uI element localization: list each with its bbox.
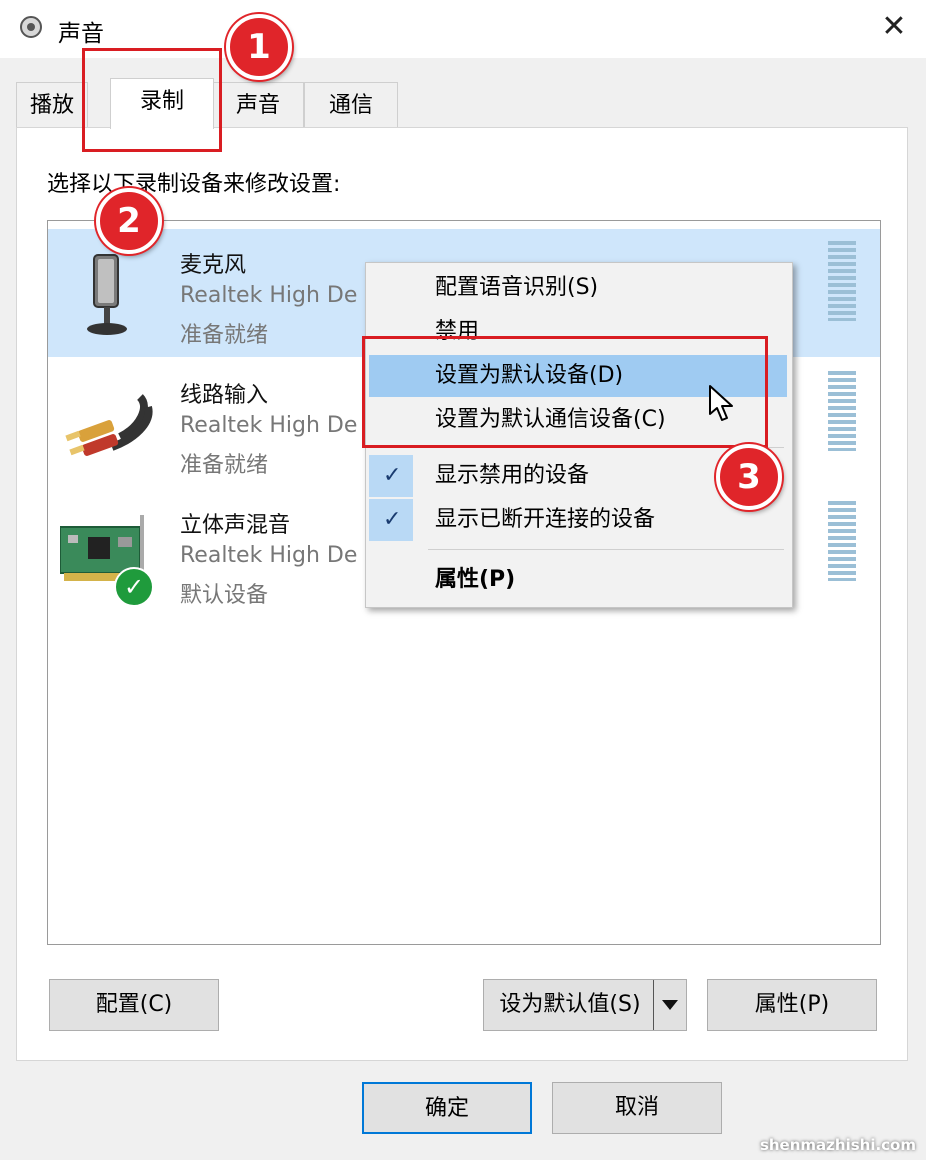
device-name: 麦克风 (180, 253, 247, 278)
annotation-box-tab (82, 48, 222, 152)
level-meter (828, 241, 856, 321)
configure-button[interactable]: 配置(C) (49, 979, 219, 1031)
tab-playback[interactable]: 播放 (16, 82, 88, 128)
mouse-cursor-icon (709, 385, 733, 421)
device-description: Realtek High De (180, 283, 358, 308)
cancel-button[interactable]: 取消 (552, 1082, 722, 1134)
device-description: Realtek High De (180, 413, 358, 438)
instruction-label: 选择以下录制设备来修改设置: (47, 172, 341, 197)
annotation-badge-2: 2 (96, 188, 162, 254)
device-status: 准备就绪 (180, 323, 269, 348)
ok-button[interactable]: 确定 (362, 1082, 532, 1134)
menu-item-properties[interactable]: 属性(P) (369, 559, 787, 601)
default-check-icon: ✓ (114, 567, 154, 607)
menu-item-configure-speech[interactable]: 配置语音识别(S) (369, 267, 787, 309)
menu-item-label: 显示已断开连接的设备 (435, 507, 656, 532)
device-status: 准备就绪 (180, 453, 269, 478)
close-icon: ✕ (881, 9, 907, 44)
menu-item-label: 属性(P) (435, 567, 516, 592)
window-title: 声音 (58, 21, 104, 47)
rca-cable-icon (65, 394, 153, 456)
device-description: Realtek High De (180, 543, 358, 568)
microphone-icon (87, 254, 127, 335)
level-meter (828, 501, 856, 581)
tab-sounds[interactable]: 声音 (212, 82, 304, 128)
annotation-badge-1: 1 (226, 14, 292, 80)
menu-item-label: 配置语音识别(S) (435, 275, 599, 300)
device-status: 默认设备 (180, 583, 269, 608)
close-button[interactable]: ✕ (876, 10, 912, 46)
speaker-icon (20, 16, 42, 38)
device-name: 线路输入 (180, 383, 269, 408)
annotation-badge-3: 3 (716, 444, 782, 510)
tab-communications[interactable]: 通信 (304, 82, 398, 128)
watermark: shenmazhishi.com (759, 1136, 916, 1154)
device-name: 立体声混音 (180, 513, 291, 538)
checkmark-icon: ✓ (383, 507, 402, 532)
checkmark-icon: ✓ (383, 463, 402, 488)
menu-item-label: 显示禁用的设备 (435, 463, 590, 488)
chevron-down-icon[interactable] (653, 980, 686, 1030)
menu-separator (428, 549, 784, 550)
level-meter (828, 371, 856, 451)
menu-item-show-disconnected[interactable]: ✓ 显示已断开连接的设备 (369, 499, 787, 541)
set-default-label: 设为默认值(S) (499, 992, 641, 1017)
set-default-button[interactable]: 设为默认值(S) (483, 979, 687, 1031)
properties-button[interactable]: 属性(P) (707, 979, 877, 1031)
